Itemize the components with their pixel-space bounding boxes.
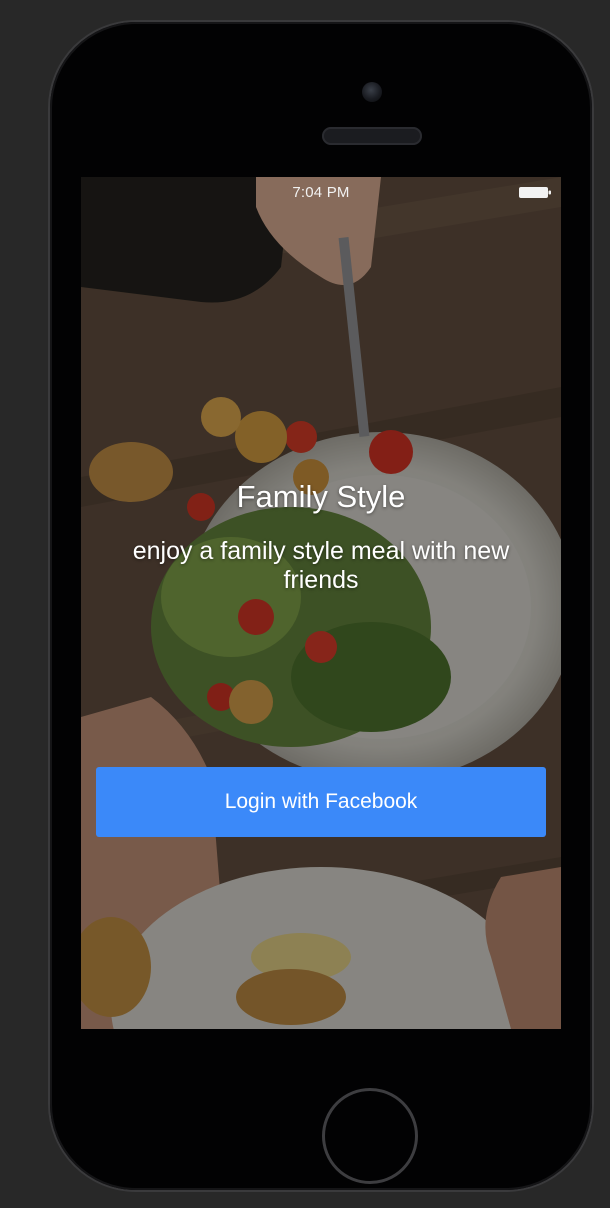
app-title: Family Style bbox=[236, 479, 406, 514]
camera-icon bbox=[362, 82, 382, 102]
speaker-grille bbox=[322, 127, 422, 145]
app-screen: 7:04 PM Family Style enjoy a family styl… bbox=[81, 177, 561, 1029]
app-subtitle: enjoy a family style meal with new frien… bbox=[132, 537, 510, 594]
home-button[interactable] bbox=[322, 1088, 418, 1184]
login-with-facebook-button[interactable]: Login with Facebook bbox=[96, 767, 546, 837]
login-screen: Family Style enjoy a family style meal w… bbox=[81, 177, 561, 1029]
